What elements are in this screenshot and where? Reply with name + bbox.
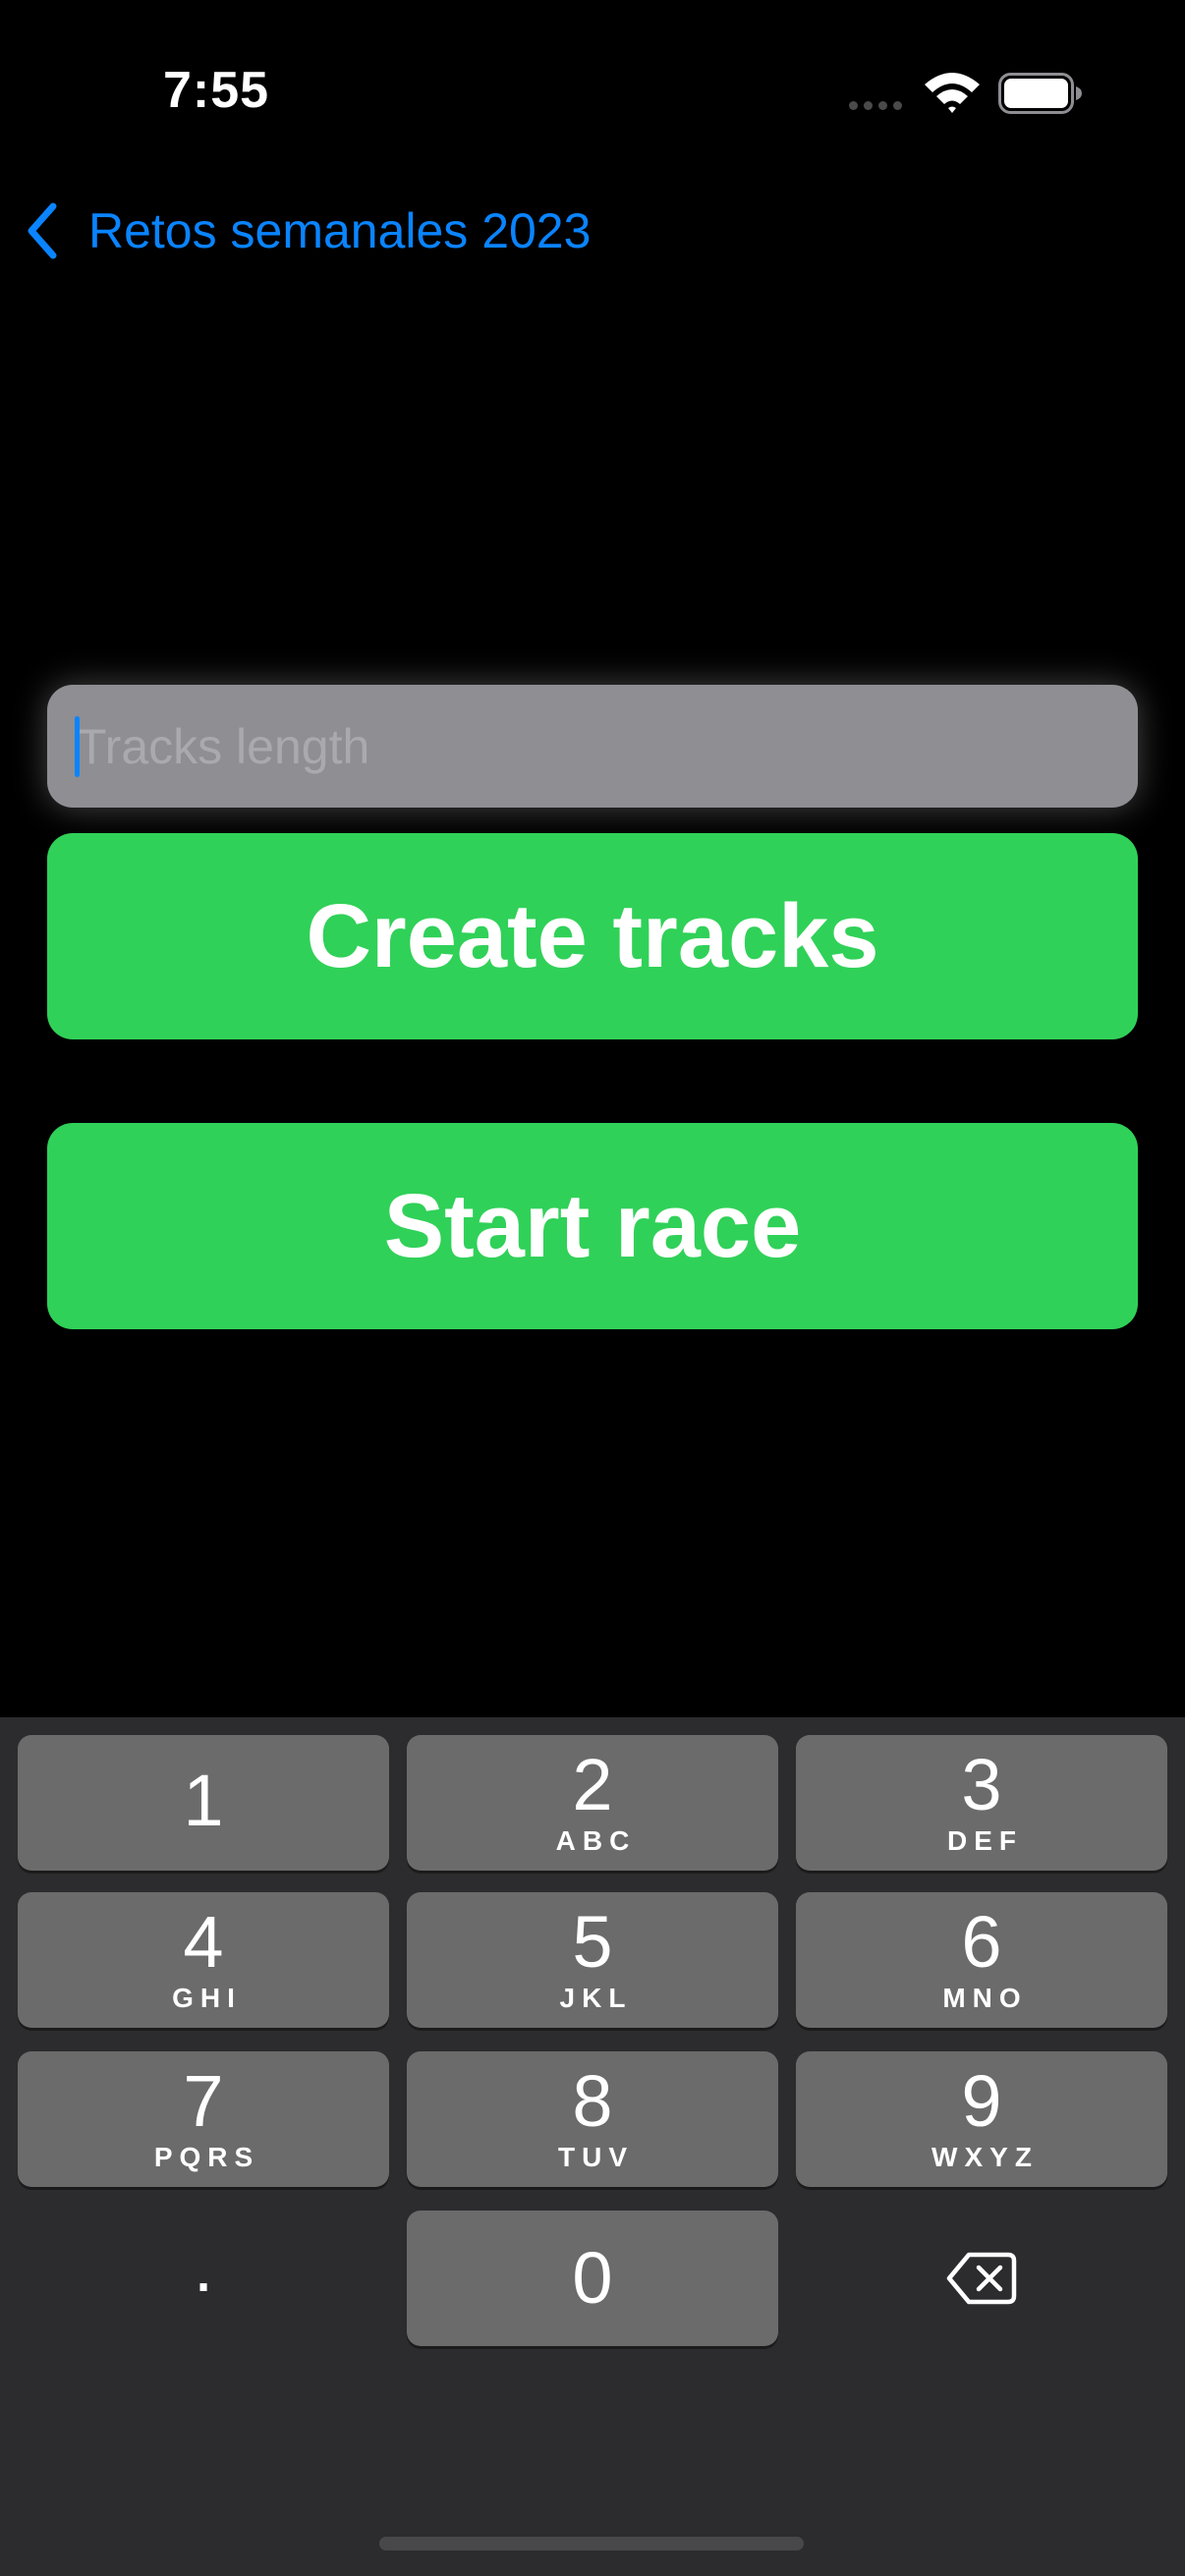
key-9[interactable]: 9 WXYZ	[796, 2051, 1167, 2187]
key-digit: 9	[961, 2060, 1002, 2142]
key-digit: 2	[572, 1744, 613, 1825]
text-cursor	[75, 716, 80, 777]
key-digit: 8	[572, 2060, 613, 2142]
back-button[interactable]: Retos semanales 2023	[22, 196, 591, 265]
key-0[interactable]: 0	[407, 2211, 778, 2346]
key-letters: TUV	[558, 2142, 634, 2172]
key-letters: JKL	[559, 1983, 633, 2013]
key-digit: 6	[961, 1901, 1002, 1983]
tracks-length-input[interactable]	[77, 685, 1118, 808]
key-delete[interactable]	[796, 2211, 1167, 2346]
home-indicator	[379, 2537, 804, 2550]
key-letters: PQRS	[153, 2142, 260, 2172]
back-button-label: Retos semanales 2023	[88, 203, 592, 258]
key-1[interactable]: 1	[18, 1735, 389, 1871]
tracks-length-field[interactable]	[47, 685, 1138, 808]
key-letters: ABC	[555, 1825, 637, 1856]
key-3[interactable]: 3 DEF	[796, 1735, 1167, 1871]
status-time: 7:55	[163, 62, 270, 119]
start-race-button[interactable]: Start race	[47, 1123, 1138, 1329]
key-5[interactable]: 5 JKL	[407, 1892, 778, 2028]
key-2[interactable]: 2 ABC	[407, 1735, 778, 1871]
key-digit: 1	[183, 1760, 224, 1841]
battery-icon	[998, 73, 1082, 114]
key-digit: .	[193, 2225, 214, 2307]
key-digit: 7	[183, 2060, 224, 2142]
key-digit: 4	[183, 1901, 224, 1983]
key-6[interactable]: 6 MNO	[796, 1892, 1167, 2028]
numeric-keyboard: 1 2 ABC 3 DEF 4 GHI 5 JKL 6 MNO 7 PQRS 8…	[0, 1717, 1185, 2576]
key-letters: WXYZ	[931, 2142, 1039, 2172]
key-letters: MNO	[942, 1983, 1028, 2013]
key-8[interactable]: 8 TUV	[407, 2051, 778, 2187]
key-digit: 0	[572, 2237, 613, 2319]
key-letters: DEF	[947, 1825, 1023, 1856]
key-7[interactable]: 7 PQRS	[18, 2051, 389, 2187]
cellular-signal-icon	[849, 101, 902, 110]
key-digit: 5	[572, 1901, 613, 1983]
wifi-icon	[925, 73, 980, 113]
create-tracks-button[interactable]: Create tracks	[47, 833, 1138, 1039]
key-letters: GHI	[172, 1983, 242, 2013]
chevron-left-icon	[28, 202, 57, 259]
key-decimal-point[interactable]: .	[18, 2211, 389, 2346]
delete-backward-icon	[946, 2252, 1017, 2305]
key-4[interactable]: 4 GHI	[18, 1892, 389, 2028]
key-digit: 3	[961, 1744, 1002, 1825]
